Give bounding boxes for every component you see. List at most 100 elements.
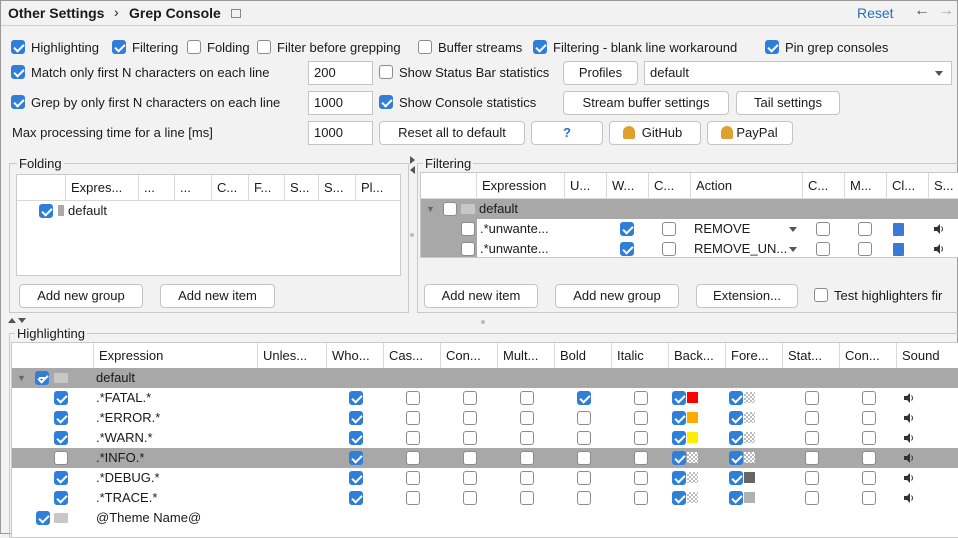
filtering-cell-unless[interactable] xyxy=(565,219,607,239)
filtering-enabled-checkbox[interactable] xyxy=(461,242,475,256)
highlighting-expression[interactable]: .*INFO.* xyxy=(96,448,256,468)
folding-add-group-button[interactable]: Add new group xyxy=(19,284,143,308)
highlighting-background-checkbox[interactable] xyxy=(672,411,686,425)
filtering-multiline-checkbox[interactable] xyxy=(858,222,872,236)
highlighting-whole-line-checkbox[interactable] xyxy=(349,471,363,485)
splitter-handle[interactable] xyxy=(481,320,485,324)
trash-icon[interactable] xyxy=(893,243,904,256)
filtering-col-header[interactable]: Action xyxy=(691,173,803,199)
highlighting-console-checkbox[interactable] xyxy=(862,471,876,485)
filtering-continue-checkbox[interactable] xyxy=(816,222,830,236)
highlighting-continue-checkbox[interactable] xyxy=(463,491,477,505)
foreground-color-swatch[interactable] xyxy=(744,432,755,443)
filtering-expression[interactable]: .*unwante... xyxy=(477,239,565,257)
grep-first-n-input[interactable]: 1000 xyxy=(308,91,373,115)
highlighting-enabled-checkbox[interactable] xyxy=(54,471,68,485)
highlighting-console-checkbox[interactable] xyxy=(862,491,876,505)
highlighting-row[interactable]: .*WARN.* xyxy=(12,428,958,448)
filtering-col-header[interactable]: Cl... xyxy=(887,173,929,199)
highlighting-foreground-checkbox[interactable] xyxy=(729,411,743,425)
chevron-down-icon[interactable] xyxy=(789,227,797,232)
highlighting-italic-checkbox[interactable] xyxy=(634,451,648,465)
pin-grep-consoles-checkbox[interactable] xyxy=(765,40,779,54)
folding-col-header[interactable]: S... xyxy=(319,175,356,201)
profile-select[interactable]: default xyxy=(644,61,952,85)
highlighting-col-header[interactable]: Expression xyxy=(94,343,258,369)
filtering-multiline-checkbox[interactable] xyxy=(858,242,872,256)
folding-col-header[interactable]: F... xyxy=(249,175,285,201)
highlighting-enabled-checkbox[interactable] xyxy=(54,391,68,405)
filtering-col-header[interactable]: W... xyxy=(607,173,649,199)
filtering-checkbox[interactable] xyxy=(112,40,126,54)
filtering-add-item-button[interactable]: Add new item xyxy=(424,284,538,308)
folding-col-header[interactable]: S... xyxy=(285,175,319,201)
filtering-add-group-button[interactable]: Add new group xyxy=(555,284,679,308)
highlighting-bold-checkbox[interactable] xyxy=(577,431,591,445)
highlighting-foreground-checkbox[interactable] xyxy=(729,491,743,505)
theme-checkbox[interactable] xyxy=(36,511,50,525)
filtering-enabled-checkbox[interactable] xyxy=(461,222,475,236)
blank-line-workaround-checkbox[interactable] xyxy=(533,40,547,54)
highlighting-case-checkbox[interactable] xyxy=(406,431,420,445)
paypal-button[interactable]: PayPal xyxy=(707,121,793,145)
speaker-icon[interactable] xyxy=(903,392,915,404)
highlighting-italic-checkbox[interactable] xyxy=(634,491,648,505)
highlighting-status-checkbox[interactable] xyxy=(805,431,819,445)
folding-col-header[interactable]: Expres... xyxy=(66,175,139,201)
highlighting-continue-checkbox[interactable] xyxy=(463,411,477,425)
highlighting-whole-line-checkbox[interactable] xyxy=(349,411,363,425)
highlighting-row[interactable]: .*ERROR.* xyxy=(12,408,958,428)
filtering-row[interactable]: .*unwante... REMOVE xyxy=(421,219,958,239)
speaker-icon[interactable] xyxy=(933,243,945,255)
highlighting-col-header[interactable]: Italic xyxy=(612,343,669,369)
filtering-col-header[interactable]: C... xyxy=(649,173,691,199)
highlighting-continue-checkbox[interactable] xyxy=(463,431,477,445)
highlighting-whole-line-checkbox[interactable] xyxy=(349,431,363,445)
highlighting-background-checkbox[interactable] xyxy=(672,431,686,445)
highlighting-bold-checkbox[interactable] xyxy=(577,411,591,425)
highlighting-bold-checkbox[interactable] xyxy=(577,451,591,465)
breadcrumb-parent[interactable]: Other Settings xyxy=(8,5,104,21)
highlighting-foreground-checkbox[interactable] xyxy=(729,471,743,485)
highlighting-multiline-checkbox[interactable] xyxy=(520,451,534,465)
folding-default-label[interactable]: default xyxy=(68,203,107,218)
highlighting-multiline-checkbox[interactable] xyxy=(520,411,534,425)
highlighting-foreground-checkbox[interactable] xyxy=(729,431,743,445)
filtering-group-row[interactable]: ▼ default xyxy=(421,199,958,219)
highlighting-enabled-checkbox[interactable] xyxy=(54,491,68,505)
highlighting-italic-checkbox[interactable] xyxy=(634,431,648,445)
highlighting-bold-checkbox[interactable] xyxy=(577,471,591,485)
highlighting-case-checkbox[interactable] xyxy=(406,451,420,465)
foreground-color-swatch[interactable] xyxy=(744,392,755,403)
highlighting-row[interactable]: .*DEBUG.* xyxy=(12,468,958,488)
highlighting-case-checkbox[interactable] xyxy=(406,411,420,425)
folding-checkbox[interactable] xyxy=(187,40,201,54)
speaker-icon[interactable] xyxy=(903,472,915,484)
highlighting-expression[interactable]: .*ERROR.* xyxy=(96,408,256,428)
folding-add-item-button[interactable]: Add new item xyxy=(160,284,275,308)
highlighting-col-header[interactable]: Mult... xyxy=(498,343,555,369)
highlighting-status-checkbox[interactable] xyxy=(805,451,819,465)
highlighting-expression[interactable]: .*DEBUG.* xyxy=(96,468,256,488)
highlighting-row[interactable]: .*INFO.* xyxy=(12,448,958,468)
highlighting-whole-line-checkbox[interactable] xyxy=(349,451,363,465)
filtering-col-header[interactable]: Expression xyxy=(477,173,565,199)
highlighting-col-header[interactable]: Who... xyxy=(327,343,384,369)
filtering-whole-line-checkbox[interactable] xyxy=(620,242,634,256)
highlighting-multiline-checkbox[interactable] xyxy=(520,431,534,445)
foreground-color-swatch[interactable] xyxy=(744,492,755,503)
folding-col-header[interactable]: ... xyxy=(175,175,212,201)
buffer-streams-checkbox[interactable] xyxy=(418,40,432,54)
trash-icon[interactable] xyxy=(893,223,904,236)
highlighting-col-header[interactable]: Sound xyxy=(897,343,958,369)
filtering-case-checkbox[interactable] xyxy=(662,242,676,256)
highlighting-foreground-checkbox[interactable] xyxy=(729,391,743,405)
folding-col-header[interactable]: ... xyxy=(139,175,175,201)
collapse-arrow-icon[interactable]: ▼ xyxy=(426,199,435,219)
filtering-whole-line-checkbox[interactable] xyxy=(620,222,634,236)
highlighting-status-checkbox[interactable] xyxy=(805,491,819,505)
highlighting-continue-checkbox[interactable] xyxy=(463,391,477,405)
highlighting-enabled-checkbox[interactable] xyxy=(54,451,68,465)
highlighting-whole-line-checkbox[interactable] xyxy=(349,391,363,405)
highlighting-row[interactable]: .*TRACE.* xyxy=(12,488,958,508)
